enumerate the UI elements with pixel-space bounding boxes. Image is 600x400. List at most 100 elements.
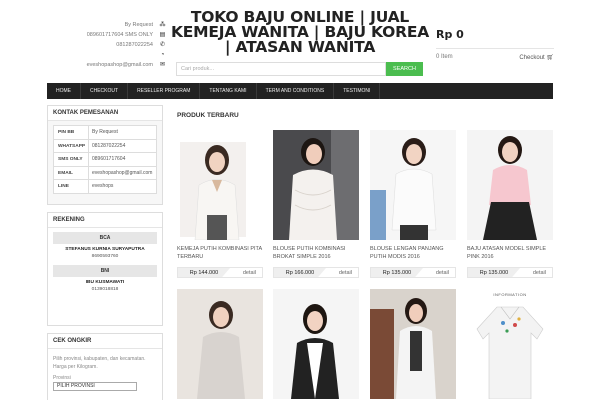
cart-icon: 🛒︎ xyxy=(546,55,554,61)
product-photo xyxy=(370,130,456,240)
kontak-label: SMS ONLY xyxy=(54,153,89,166)
bb-icon: ⁂ xyxy=(159,21,166,28)
main-navbar: HOME CHECKOUT RESELLER PROGRAM TENTANG K… xyxy=(47,83,553,99)
product-image[interactable] xyxy=(467,130,553,240)
phone-icon: ✆ xyxy=(159,41,166,48)
product-price: Rp 135.000 xyxy=(468,268,520,277)
cart-items-count: 0 Item xyxy=(436,54,453,60)
search-button[interactable]: SEARCH xyxy=(386,62,423,76)
product-card[interactable]: BAJU ATASAN MODEL SIMPLE PINK 2016 Rp 13… xyxy=(467,130,553,278)
kontak-row: LINE eveshops xyxy=(53,180,157,194)
product-price: Rp 135.000 xyxy=(371,268,423,277)
kontak-label: WHATSAPP xyxy=(54,139,89,152)
ongkir-description: Pilih provinsi, kabupaten, dan kecamatan… xyxy=(53,356,146,370)
product-price: Rp 144.000 xyxy=(178,268,230,277)
product-image[interactable] xyxy=(273,289,359,399)
product-card[interactable]: INFORMATION xyxy=(467,289,553,399)
product-photo xyxy=(467,130,553,240)
cart-line: 0 Item Checkout 🛒︎ xyxy=(436,48,554,61)
whatsapp-icon: ◔ xyxy=(160,51,165,58)
kontak-value: eveshops xyxy=(92,183,114,189)
kontak-value: By Request xyxy=(92,129,118,135)
price-row: Rp 135.000 detail xyxy=(370,267,456,278)
contact-bb-text: By Request xyxy=(124,22,153,28)
checkout-link[interactable]: Checkout 🛒︎ xyxy=(519,54,554,61)
nav-testimoni[interactable]: TESTIMONI xyxy=(334,83,381,99)
nav-reseller-program[interactable]: RESELLER PROGRAM xyxy=(128,83,201,99)
kontak-value: 081287022254 xyxy=(92,142,126,149)
product-name[interactable]: BLOUSE PUTIH KOMBINASI BROKAT SIMPLE 201… xyxy=(273,245,359,262)
product-image[interactable] xyxy=(370,130,456,240)
product-card[interactable]: KEMEJA PUTIH KOMBINASI PITA TERBARU Rp 1… xyxy=(177,130,263,278)
product-card[interactable] xyxy=(370,289,456,399)
kontak-label: EMAIL xyxy=(54,166,89,179)
checkout-label[interactable]: Checkout xyxy=(519,55,544,61)
product-detail-link[interactable]: detail xyxy=(520,268,552,277)
product-card[interactable]: BLOUSE LENGAN PANJANG PUTIH MODIS 2016 R… xyxy=(370,130,456,278)
nav-home[interactable]: HOME xyxy=(47,83,81,99)
product-photo xyxy=(273,130,359,240)
product-image-overlay-text: INFORMATION xyxy=(493,292,527,297)
product-photo xyxy=(467,289,553,399)
product-image[interactable] xyxy=(177,130,263,240)
bank-account-number: 0139018818 xyxy=(91,287,119,292)
kontak-table: PIN BB By Request WHATSAPP 081287022254 … xyxy=(53,125,157,194)
kontak-row: WHATSAPP 081287022254 xyxy=(53,139,157,153)
product-card[interactable]: BLOUSE PUTIH KOMBINASI BROKAT SIMPLE 201… xyxy=(273,130,359,278)
price-row: Rp 144.000 detail xyxy=(177,267,263,278)
product-photo xyxy=(177,289,263,399)
product-photo xyxy=(273,289,359,399)
provinsi-label: Provinsi xyxy=(53,375,71,381)
nav-tentang-kami[interactable]: TENTANG KAMI xyxy=(200,83,257,99)
search-bar: Cari produk... SEARCH xyxy=(176,62,423,76)
kontak-label: PIN BB xyxy=(54,126,89,139)
product-name[interactable]: BAJU ATASAN MODEL SIMPLE PINK 2016 xyxy=(467,245,553,262)
kontak-row: SMS ONLY 089601717604 xyxy=(53,153,157,167)
contact-phone-text: 081287022254 xyxy=(116,42,153,48)
contact-sms-text: 089601717604 SMS ONLY xyxy=(86,32,153,38)
product-name[interactable]: BLOUSE LENGAN PANJANG PUTIH MODIS 2016 xyxy=(370,245,456,262)
product-image[interactable] xyxy=(177,289,263,399)
product-price: Rp 166.000 xyxy=(274,268,326,277)
contact-row-whatsapp: ◔ xyxy=(60,50,166,60)
product-detail-link[interactable]: detail xyxy=(230,268,262,277)
contact-row-phone: 081287022254 ✆ xyxy=(60,40,166,50)
provinsi-select[interactable]: PILIH PROVINSI xyxy=(53,382,137,391)
kontak-label: LINE xyxy=(54,180,89,193)
rekening-title: REKENING xyxy=(48,213,162,228)
rekening-panel: REKENING BCA STEFANUS KURNIA SURYAPUTRA … xyxy=(47,212,163,326)
products-section-title: PRODUK TERBARU xyxy=(177,112,239,119)
product-image[interactable] xyxy=(370,289,456,399)
product-detail-link[interactable]: detail xyxy=(423,268,455,277)
sms-icon: ▤ xyxy=(159,31,166,38)
mail-icon: ✉ xyxy=(159,61,166,68)
bank-account-number: 8690593760 xyxy=(91,254,119,259)
contact-row-sms: 089601717604 SMS ONLY ▤ xyxy=(60,30,166,40)
kontak-row: PIN BB By Request xyxy=(53,126,157,140)
product-photo xyxy=(370,289,456,399)
contact-mail-text: eveshopashop@gmail.com xyxy=(86,62,153,68)
price-row: Rp 135.000 detail xyxy=(467,267,553,278)
nav-checkout[interactable]: CHECKOUT xyxy=(81,83,129,99)
bank-account-name: STEFANUS KURNIA SURYAPUTRA xyxy=(65,247,145,252)
bank-header-bni: BNI xyxy=(53,265,157,277)
product-card[interactable] xyxy=(273,289,359,399)
kontak-title: KONTAK PEMESANAN xyxy=(48,106,162,121)
kontak-row: EMAIL eveshopashop@gmail.com xyxy=(53,166,157,180)
bank-header-bca: BCA xyxy=(53,232,157,244)
product-image[interactable] xyxy=(273,130,359,240)
header-contact-block: By Request ⁂ 089601717604 SMS ONLY ▤ 081… xyxy=(60,20,166,70)
kontak-value: 089601717604 xyxy=(92,156,126,162)
product-image[interactable]: INFORMATION xyxy=(467,289,553,399)
product-name[interactable]: KEMEJA PUTIH KOMBINASI PITA TERBARU xyxy=(177,245,263,262)
site-title[interactable]: TOKO BAJU ONLINE | JUAL KEMEJA WANITA | … xyxy=(170,9,430,55)
search-input[interactable]: Cari produk... xyxy=(176,62,386,76)
product-card[interactable] xyxy=(177,289,263,399)
bank-account-name: IBU KUSMAWATI xyxy=(85,280,125,285)
contact-row-bb: By Request ⁂ xyxy=(60,20,166,30)
nav-terms[interactable]: TERM AND CONDITIONS xyxy=(257,83,335,99)
kontak-panel: KONTAK PEMESANAN PIN BB By Request WHATS… xyxy=(47,105,163,205)
kontak-value: eveshopashop@gmail.com xyxy=(92,169,153,176)
product-detail-link[interactable]: detail xyxy=(326,268,358,277)
ongkir-panel: CEK ONGKIR Pilih provinsi, kabupaten, da… xyxy=(47,333,163,400)
